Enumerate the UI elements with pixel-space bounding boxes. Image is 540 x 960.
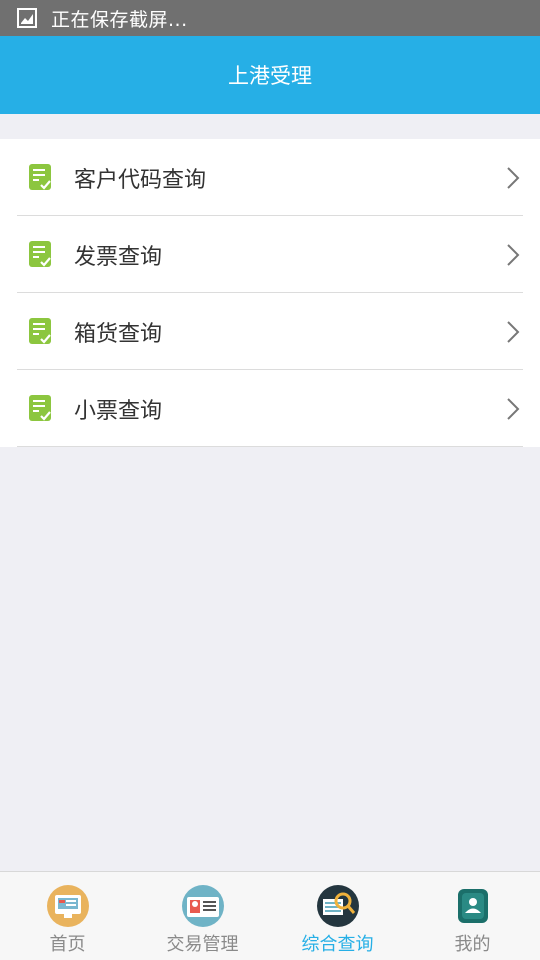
user-profile-icon — [457, 889, 488, 923]
tab-transaction-management[interactable]: 交易管理 — [135, 872, 270, 960]
tab-comprehensive-query[interactable]: 综合查询 — [270, 872, 405, 960]
status-bar: 正在保存截屏... — [0, 0, 540, 36]
menu-item-label: 箱货查询 — [74, 321, 163, 347]
query-menu-list: 客户代码查询 发票查询 箱货查询 小票查询 — [0, 139, 540, 447]
search-magnifier-icon — [316, 885, 359, 927]
screenshot-image-icon — [17, 8, 37, 28]
document-check-icon — [29, 317, 51, 344]
document-check-icon — [29, 163, 51, 190]
tab-label: 综合查询 — [301, 934, 374, 955]
status-text: 正在保存截屏... — [51, 8, 188, 31]
chevron-right-icon — [507, 166, 520, 189]
chevron-right-icon — [507, 320, 520, 343]
document-check-icon — [29, 240, 51, 267]
tab-label: 首页 — [49, 934, 86, 955]
page-title: 上港受理 — [228, 64, 312, 88]
bottom-tab-bar: 首页 交易管理 综合查询 我的 — [0, 871, 540, 960]
menu-item-customer-code-query[interactable]: 客户代码查询 — [0, 139, 540, 216]
menu-item-receipt-query[interactable]: 小票查询 — [0, 370, 540, 447]
tab-home[interactable]: 首页 — [0, 872, 135, 960]
home-monitor-icon — [46, 885, 89, 927]
header-bar: 上港受理 — [0, 36, 540, 114]
tab-label: 我的 — [454, 934, 491, 955]
menu-item-label: 客户代码查询 — [74, 167, 207, 193]
id-card-icon — [181, 885, 224, 927]
divider — [17, 446, 523, 447]
menu-item-invoice-query[interactable]: 发票查询 — [0, 216, 540, 293]
menu-item-container-cargo-query[interactable]: 箱货查询 — [0, 293, 540, 370]
chevron-right-icon — [507, 397, 520, 420]
tab-label: 交易管理 — [166, 934, 239, 955]
menu-item-label: 发票查询 — [74, 244, 163, 270]
chevron-right-icon — [507, 243, 520, 266]
document-check-icon — [29, 394, 51, 421]
menu-item-label: 小票查询 — [74, 398, 163, 424]
tab-mine[interactable]: 我的 — [405, 872, 540, 960]
